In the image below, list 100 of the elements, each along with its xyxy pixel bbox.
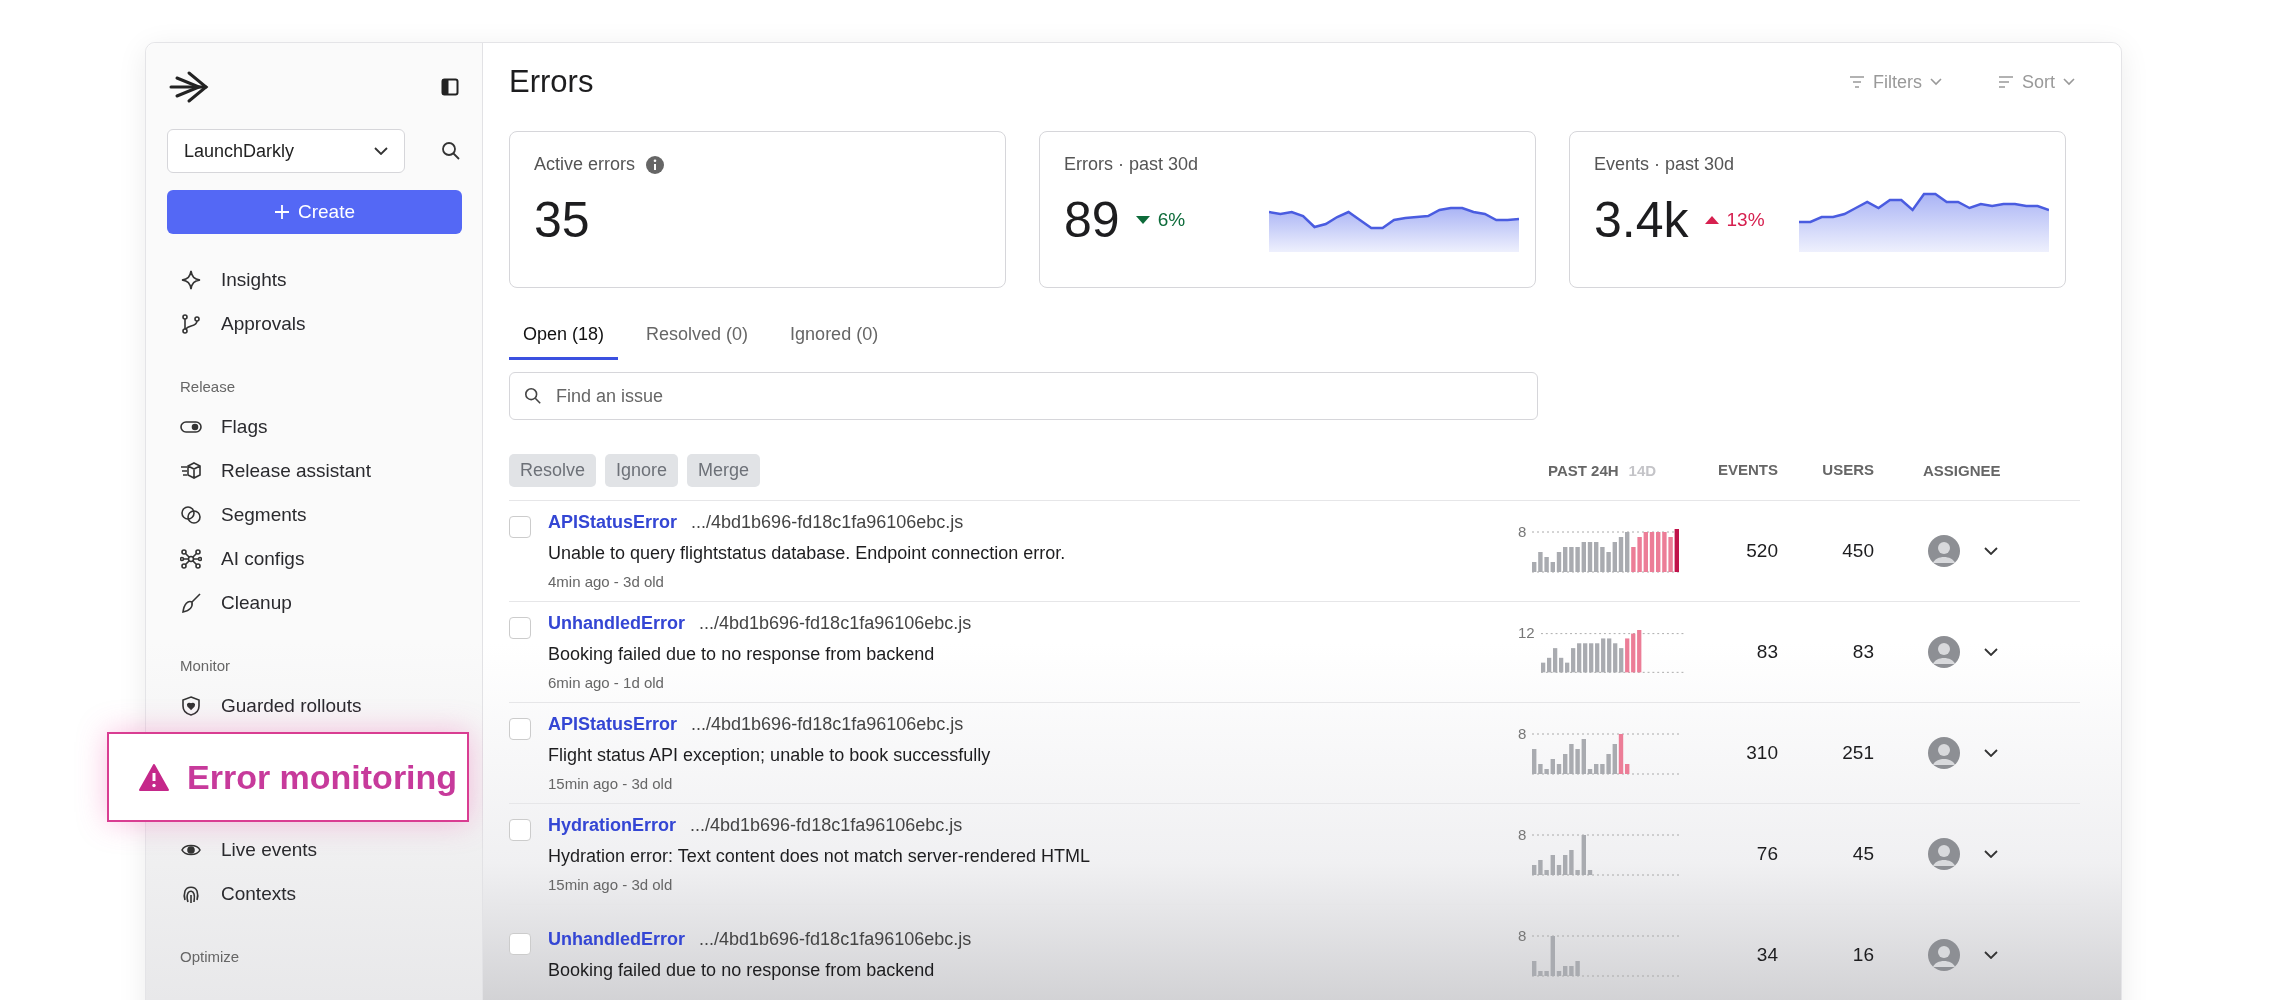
- users-count: 450: [1842, 540, 1874, 561]
- panel-toggle-icon[interactable]: [441, 78, 459, 96]
- error-type-link[interactable]: UnhandledError: [548, 929, 685, 950]
- scale-label: 8: [1518, 725, 1527, 742]
- events-count: 34: [1756, 944, 1778, 965]
- error-type-link[interactable]: APIStatusError: [548, 512, 678, 533]
- section-label: Monitor: [179, 657, 232, 674]
- nav-item[interactable]: Insights: [167, 258, 461, 302]
- sort-icon: [1998, 76, 2014, 88]
- tab[interactable]: Open (18): [509, 314, 619, 360]
- events-count: 76: [1756, 843, 1778, 864]
- chevron-down-icon[interactable]: [1984, 850, 1998, 858]
- chevron-down-icon[interactable]: [1984, 547, 1998, 555]
- users-count: 45: [1852, 843, 1874, 864]
- stat-label: Events · past 30d: [1594, 154, 1735, 175]
- row-checkbox[interactable]: [509, 617, 531, 639]
- row-checkbox[interactable]: [509, 516, 531, 538]
- events-count: 83: [1756, 641, 1778, 662]
- stat-value: 89: [1064, 191, 1120, 249]
- scale-label: 8: [1518, 927, 1527, 944]
- tab[interactable]: Resolved (0): [632, 314, 763, 360]
- error-message: Booking failed due to no response from backend: [548, 960, 936, 981]
- tab[interactable]: Ignored (0): [776, 314, 893, 360]
- filter-icon: [1849, 76, 1865, 88]
- users-count: 251: [1842, 742, 1874, 763]
- error-message: Hydration error: Text content does not match server-rendered HTML: [548, 846, 1090, 867]
- error-age: 4min ago - 3d old: [548, 573, 665, 590]
- range-toggle[interactable]: PAST 24H: [1548, 461, 1619, 479]
- users-count: 83: [1852, 641, 1874, 662]
- column-header: ASSIGNEE: [1923, 461, 2001, 479]
- error-message: Unable to query flightstatus database. Endpoint connection error.: [548, 543, 1066, 564]
- change-indicator: 13%: [1704, 209, 1765, 231]
- shield-heart-icon: [180, 695, 202, 717]
- chevron-down-icon[interactable]: [1984, 749, 1998, 757]
- error-message: Flight status API exception; unable to book successfully: [548, 745, 991, 766]
- sparkle-icon: [180, 269, 202, 291]
- file-path: .../4bd1b696-fd18c1fa96106ebc.js: [691, 714, 964, 735]
- search-icon[interactable]: [441, 141, 461, 161]
- create-button[interactable]: Create: [167, 190, 462, 234]
- workspace-dropdown[interactable]: LaunchDarkly: [167, 129, 405, 173]
- nav-item[interactable]: Cleanup: [167, 581, 461, 625]
- nav-item[interactable]: Segments: [167, 493, 461, 537]
- chevron-down-icon[interactable]: [1984, 951, 1998, 959]
- change-indicator: 6%: [1135, 209, 1186, 231]
- row-checkbox[interactable]: [509, 819, 531, 841]
- scale-label: 8: [1518, 523, 1527, 540]
- error-type-link[interactable]: HydrationError: [548, 815, 677, 836]
- warning-icon: [139, 763, 169, 791]
- users-count: 16: [1852, 944, 1874, 965]
- scale-label: 8: [1518, 826, 1527, 843]
- fingerprint-icon: [180, 883, 202, 905]
- error-age: 15min ago - 3d old: [548, 775, 674, 792]
- search-field[interactable]: Find an issue: [509, 372, 1538, 420]
- avatar-icon[interactable]: [1928, 535, 1960, 567]
- broom-icon: [180, 592, 202, 614]
- avatar-icon[interactable]: [1928, 636, 1960, 668]
- branch-icon: [180, 313, 202, 335]
- file-path: .../4bd1b696-fd18c1fa96106ebc.js: [699, 929, 972, 950]
- chevron-down-icon: [2063, 78, 2075, 86]
- avatar-icon[interactable]: [1928, 838, 1960, 870]
- nav-item[interactable]: AI configs: [167, 537, 461, 581]
- section-label: Optimize: [179, 948, 241, 965]
- error-message: Booking failed due to no response from backend: [548, 644, 936, 665]
- error-monitoring-callout[interactable]: Error monitoring: [107, 732, 469, 822]
- file-path: .../4bd1b696-fd18c1fa96106ebc.js: [691, 512, 964, 533]
- avatar-icon[interactable]: [1928, 939, 1960, 971]
- nav-item[interactable]: Live events: [167, 828, 461, 872]
- error-age: 6min ago - 1d old: [548, 674, 665, 691]
- page-title: Errors: [509, 64, 594, 100]
- stat-label: Errors · past 30d: [1064, 154, 1199, 175]
- nav-item[interactable]: Flags: [167, 405, 461, 449]
- nav-item[interactable]: Approvals: [167, 302, 461, 346]
- row-checkbox[interactable]: [509, 718, 531, 740]
- error-type-link[interactable]: APIStatusError: [548, 714, 678, 735]
- error-age: 15min ago - 3d old: [548, 876, 674, 893]
- plus-icon: [274, 204, 290, 220]
- nav-item[interactable]: Guarded rollouts: [167, 684, 461, 728]
- events-count: 520: [1746, 540, 1778, 561]
- chevron-down-icon: [1930, 78, 1942, 86]
- column-header: USERS: [1822, 461, 1874, 478]
- scale-label: 12: [1518, 624, 1535, 641]
- chevron-down-icon[interactable]: [1984, 648, 1998, 656]
- list-cube-icon: [180, 460, 202, 482]
- stat-label: Active errors: [534, 154, 636, 175]
- nav-item[interactable]: Release assistant: [167, 449, 461, 493]
- network-icon: [180, 548, 202, 570]
- stat-value: 3.4k: [1594, 191, 1689, 249]
- callout-label: Error monitoring: [187, 757, 458, 797]
- nav-item[interactable]: Contexts: [167, 872, 461, 916]
- info-icon[interactable]: [645, 154, 666, 175]
- avatar-icon[interactable]: [1928, 737, 1960, 769]
- file-path: .../4bd1b696-fd18c1fa96106ebc.js: [699, 613, 972, 634]
- error-type-link[interactable]: UnhandledError: [548, 613, 685, 634]
- file-path: .../4bd1b696-fd18c1fa96106ebc.js: [690, 815, 963, 836]
- section-label: Release: [179, 378, 237, 395]
- column-header: EVENTS: [1718, 461, 1778, 478]
- events-count: 310: [1746, 742, 1778, 763]
- overlapping-circles-icon: [180, 504, 202, 526]
- stat-value: 35: [534, 191, 590, 249]
- row-checkbox[interactable]: [509, 933, 531, 955]
